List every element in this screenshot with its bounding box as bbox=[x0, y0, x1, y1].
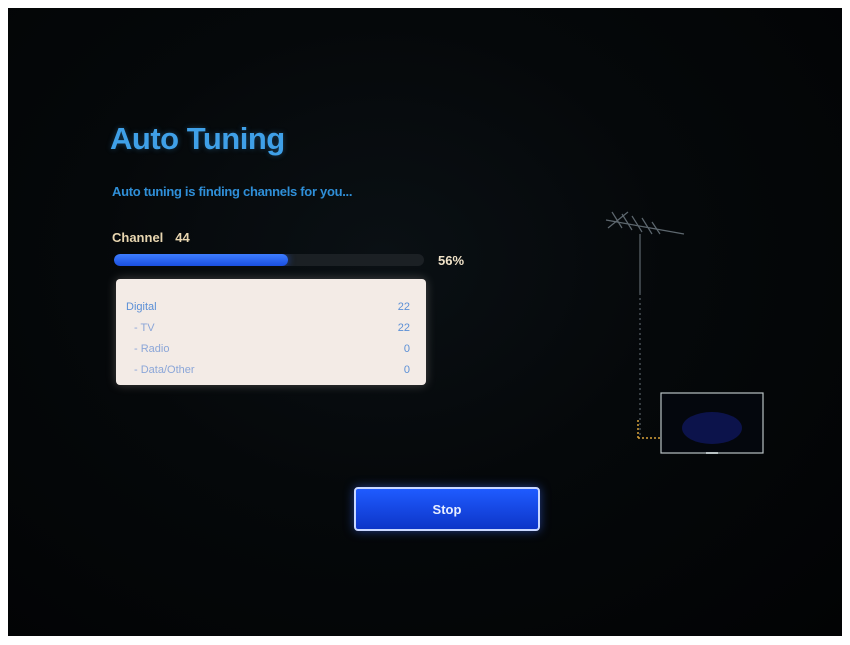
channel-label: Channel bbox=[112, 230, 164, 245]
auto-tuning-screen: Auto Tuning Auto tuning is finding chann… bbox=[8, 8, 842, 636]
progress-percent: 56% bbox=[438, 253, 465, 268]
result-value: 0 bbox=[403, 364, 410, 376]
result-label: Digital bbox=[126, 301, 157, 313]
progress-bar-fill bbox=[114, 254, 288, 266]
status-message: Auto tuning is finding channels for you.… bbox=[112, 184, 353, 199]
result-row-data-other: - Data/Other 0 bbox=[126, 364, 410, 376]
result-row-radio: - Radio 0 bbox=[126, 343, 410, 355]
stop-button[interactable]: Stop bbox=[354, 487, 540, 531]
result-label: - TV bbox=[134, 322, 155, 334]
result-row-tv: - TV 22 bbox=[126, 322, 410, 334]
result-value: 22 bbox=[397, 322, 410, 334]
progress-bar bbox=[114, 254, 424, 266]
antenna-tv-icon bbox=[588, 198, 768, 458]
tv-photo-frame: Auto Tuning Auto tuning is finding chann… bbox=[8, 8, 842, 636]
result-label: - Radio bbox=[134, 343, 170, 355]
results-panel: Digital 22 - TV 22 - Radio 0 - Data/Othe… bbox=[116, 279, 426, 385]
result-row-digital: Digital 22 bbox=[126, 301, 410, 313]
channel-number: 44 bbox=[175, 230, 190, 245]
channel-indicator: Channel 44 bbox=[112, 230, 190, 245]
page-title: Auto Tuning bbox=[110, 121, 285, 156]
result-value: 0 bbox=[403, 343, 410, 355]
result-label: - Data/Other bbox=[134, 364, 195, 376]
result-value: 22 bbox=[397, 301, 410, 313]
